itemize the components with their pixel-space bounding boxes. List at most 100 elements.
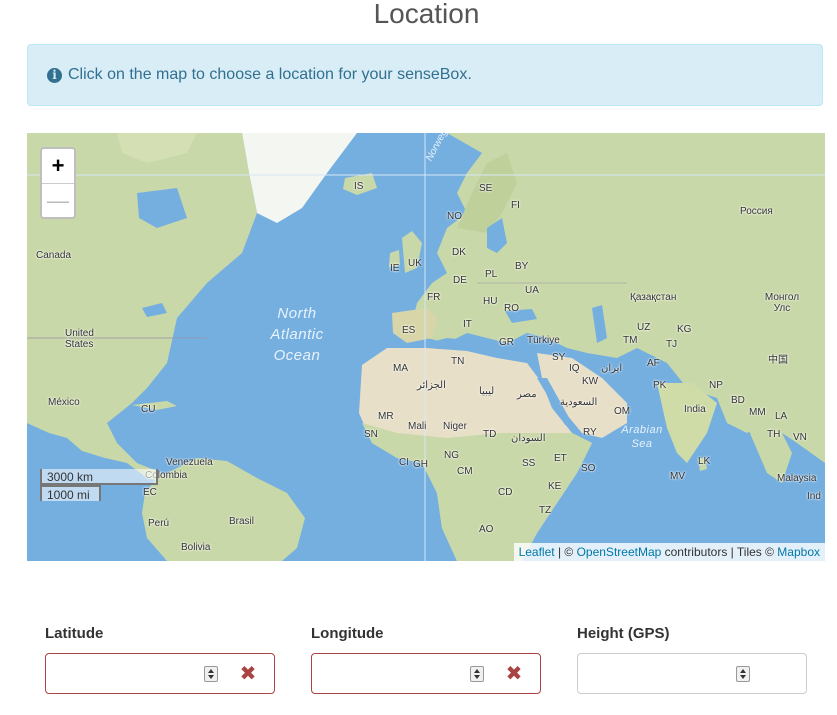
- label-np: NP: [709, 380, 723, 391]
- label-kg: KG: [677, 324, 692, 335]
- label-iq: IQ: [569, 363, 580, 374]
- osm-link[interactable]: OpenStreetMap: [577, 545, 662, 559]
- label-kazakhstan: Қазақстан: [630, 292, 677, 303]
- label-ie: IE: [390, 263, 400, 274]
- label-canada: Canada: [36, 250, 72, 261]
- label-td: TD: [483, 429, 497, 440]
- map-scale: 3000 km 1000 mi: [40, 469, 158, 502]
- label-vn: VN: [793, 432, 807, 443]
- label-gr: GR: [499, 337, 514, 348]
- label-libya: ليبيا: [479, 386, 495, 397]
- label-china: 中国: [768, 355, 788, 366]
- ocean-label-line: Arabian: [621, 424, 663, 436]
- height-label: Height (GPS): [577, 625, 670, 642]
- info-alert: i Click on the map to choose a location …: [27, 44, 823, 106]
- attribution-sep: | ©: [554, 545, 577, 559]
- label-turkiye: Türkiye: [527, 335, 560, 346]
- label-algeria: الجزائر: [417, 380, 446, 391]
- label-es: ES: [402, 325, 416, 336]
- label-cu: CU: [141, 404, 156, 415]
- label-pk: PK: [653, 380, 667, 391]
- label-ci: CI: [399, 457, 409, 468]
- label-mr: MR: [378, 411, 394, 422]
- latitude-spinner-icon[interactable]: [204, 666, 218, 682]
- label-fr: FR: [427, 292, 441, 303]
- label-ma: MA: [393, 363, 408, 374]
- scale-mi: 1000 mi: [40, 485, 101, 502]
- label-uk: UK: [408, 258, 422, 269]
- close-x-icon[interactable]: ✖: [238, 662, 258, 686]
- label-iran: ایران: [601, 363, 623, 374]
- label-malaysia: Malaysia: [777, 473, 817, 484]
- label-uz: UZ: [637, 322, 651, 333]
- label-pl: PL: [485, 269, 498, 280]
- label-bolivia: Bolivia: [181, 542, 211, 553]
- leaflet-link[interactable]: Leaflet: [519, 545, 555, 559]
- label-cd: CD: [498, 487, 513, 498]
- label-ro: RO: [504, 303, 519, 314]
- longitude-field: Longitude ✖: [311, 625, 541, 694]
- label-mali: Mali: [408, 421, 427, 432]
- height-field: Height (GPS): [577, 625, 807, 694]
- label-india: India: [684, 404, 706, 415]
- mapbox-link[interactable]: Mapbox: [777, 545, 820, 559]
- attribution-contributors: contributors | Tiles ©: [661, 545, 778, 559]
- label-ng: NG: [444, 450, 459, 461]
- label-mongolia: Монгол Улс: [764, 292, 800, 314]
- label-se: SE: [479, 183, 493, 194]
- label-et: ET: [554, 453, 567, 464]
- info-circle-icon: i: [47, 67, 62, 83]
- label-niger: Niger: [443, 421, 467, 432]
- label-is: IS: [354, 181, 364, 192]
- latitude-label: Latitude: [45, 625, 104, 642]
- zoom-out-button[interactable]: —: [42, 183, 74, 217]
- label-ss: SS: [522, 458, 536, 469]
- label-mv: MV: [670, 471, 685, 482]
- ocean-label-arabian-sea: Arabian Sea: [612, 423, 672, 451]
- label-kw: KW: [582, 376, 599, 387]
- label-sn: SN: [364, 429, 378, 440]
- page-title: Location: [373, 0, 480, 29]
- label-brasil: Brasil: [229, 516, 255, 527]
- label-venezuela: Venezuela: [166, 457, 213, 468]
- label-sudan: السودان: [511, 433, 546, 444]
- label-sy: SY: [552, 352, 566, 363]
- label-hu: HU: [483, 296, 498, 307]
- zoom-in-button[interactable]: +: [42, 149, 74, 183]
- scale-km: 3000 km: [40, 469, 158, 485]
- latitude-input[interactable]: ✖: [45, 653, 275, 694]
- label-af: AF: [647, 358, 660, 369]
- ocean-label-line: Sea: [631, 438, 653, 450]
- label-tj: TJ: [666, 339, 678, 350]
- label-dk: DK: [452, 247, 466, 258]
- map-attribution: Leaflet | © OpenStreetMap contributors |…: [513, 543, 825, 561]
- label-by: BY: [515, 261, 529, 272]
- ocean-label-line: North: [277, 305, 317, 322]
- alert-text: Click on the map to choose a location fo…: [68, 66, 472, 83]
- label-de: DE: [453, 275, 467, 286]
- longitude-label: Longitude: [311, 625, 384, 642]
- label-it: IT: [463, 319, 472, 330]
- longitude-spinner-icon[interactable]: [470, 666, 484, 682]
- label-mexico: México: [48, 397, 80, 408]
- location-map[interactable]: IS SE FI NO Россия Canada DK IE UK PL BY…: [27, 133, 825, 561]
- ocean-label-line: Atlantic: [270, 326, 324, 343]
- label-russia: Россия: [740, 206, 773, 217]
- ocean-label-line: Ocean: [273, 347, 321, 364]
- height-input[interactable]: [577, 653, 807, 694]
- label-saudi: السعودية: [560, 397, 598, 408]
- label-tn: TN: [451, 356, 465, 367]
- label-ry: RY: [583, 427, 597, 438]
- label-th: TH: [767, 429, 781, 440]
- label-so: SO: [581, 463, 596, 474]
- latitude-field: Latitude ✖: [45, 625, 275, 694]
- label-cm: CM: [457, 466, 473, 477]
- height-spinner-icon[interactable]: [736, 666, 750, 682]
- label-ua: UA: [525, 285, 539, 296]
- close-x-icon[interactable]: ✖: [504, 662, 524, 686]
- longitude-input[interactable]: ✖: [311, 653, 541, 694]
- label-mm: MM: [749, 407, 766, 418]
- label-bd: BD: [731, 395, 745, 406]
- label-ind: Ind: [807, 491, 821, 502]
- label-no: NO: [447, 211, 462, 222]
